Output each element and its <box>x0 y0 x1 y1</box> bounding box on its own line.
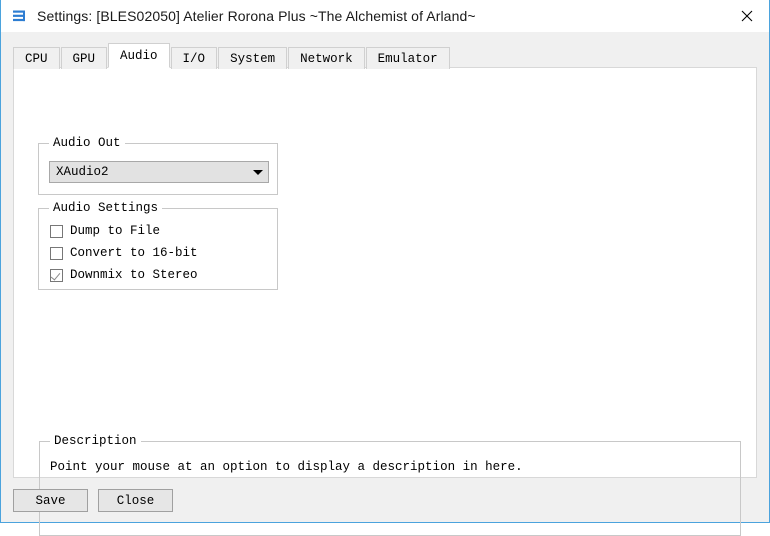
close-window-button[interactable] <box>724 0 769 31</box>
tab-audio[interactable]: Audio <box>108 43 170 68</box>
title-bar: Settings: [BLES02050] Atelier Rorona Plu… <box>1 0 769 32</box>
tab-io[interactable]: I/O <box>170 47 218 69</box>
tab-emulator[interactable]: Emulator <box>365 47 450 69</box>
audio-tab-page: Audio Out XAudio2 Audio Settings Dump to… <box>13 67 757 536</box>
tab-gpu[interactable]: GPU <box>60 47 108 69</box>
audio-out-selected-value: XAudio2 <box>56 165 109 179</box>
audio-settings-group: Audio Settings Dump to File Convert to 1… <box>38 201 278 290</box>
audio-out-dropdown[interactable]: XAudio2 <box>49 161 269 183</box>
description-group-title: Description <box>50 434 141 448</box>
chevron-down-icon <box>248 162 268 182</box>
close-icon <box>741 10 753 22</box>
downmix-to-stereo-checkbox[interactable] <box>50 268 63 282</box>
dump-to-file-label: Dump to File <box>70 224 161 238</box>
dump-to-file-checkbox[interactable] <box>50 224 63 238</box>
save-button[interactable]: Save <box>13 489 88 512</box>
window-body: CPU GPU Audio I/O System Network Emulato… <box>1 32 769 536</box>
convert-to-16-bit-checkbox[interactable] <box>50 246 63 260</box>
audio-out-group-title: Audio Out <box>49 136 125 150</box>
description-text: Point your mouse at an option to display… <box>50 460 523 474</box>
settings-tab-bar: CPU GPU Audio I/O System Network Emulato… <box>13 43 451 69</box>
close-button[interactable]: Close <box>98 489 173 512</box>
audio-settings-group-title: Audio Settings <box>49 201 163 215</box>
convert-to-16-bit-label: Convert to 16-bit <box>70 246 198 260</box>
tab-system[interactable]: System <box>218 47 288 69</box>
checkbox-row-dump-to-file[interactable]: Dump to File <box>50 222 160 240</box>
dialog-button-bar: Save Close <box>13 489 173 512</box>
audio-out-group: Audio Out XAudio2 <box>38 136 278 195</box>
downmix-to-stereo-label: Downmix to Stereo <box>70 268 198 282</box>
settings-window: Settings: [BLES02050] Atelier Rorona Plu… <box>0 0 770 536</box>
tab-network[interactable]: Network <box>288 47 365 69</box>
tab-cpu[interactable]: CPU <box>13 47 60 69</box>
window-title: Settings: [BLES02050] Atelier Rorona Plu… <box>37 7 476 24</box>
checkbox-row-downmix-to-stereo[interactable]: Downmix to Stereo <box>50 266 198 284</box>
rpcs3-logo-icon <box>11 7 29 25</box>
checkbox-row-convert-to-16-bit[interactable]: Convert to 16-bit <box>50 244 198 262</box>
